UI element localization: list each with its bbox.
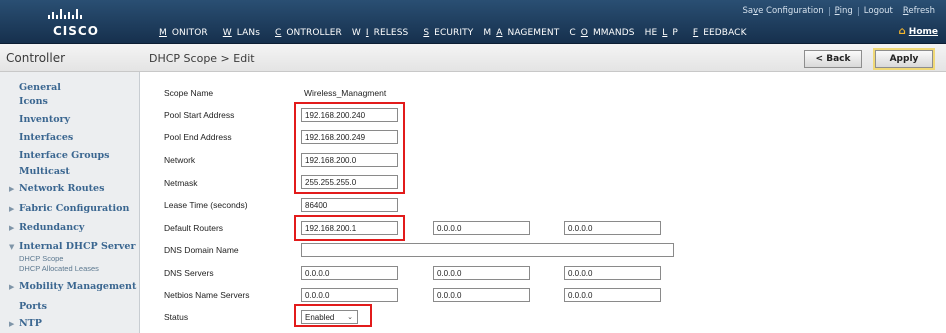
cisco-bridge-icon [48,9,82,19]
home-label: Home [908,27,938,37]
sidebar: General Icons Inventory Interfaces Inter… [0,72,140,333]
collapse-arrow-icon: ▼ [9,243,15,251]
status-select[interactable]: Enabled ⌄ [301,310,358,324]
home-link[interactable]: ⌂ Home [898,26,938,38]
menu-help[interactable]: HE L P [640,28,683,38]
save-configuration-link[interactable]: Save Configuration [737,6,828,16]
network-input[interactable]: 192.168.200.0 [301,153,398,167]
default-router-3-input[interactable]: 0.0.0.0 [564,221,661,235]
dns-server-3-input[interactable]: 0.0.0.0 [564,266,661,280]
menu-wireless[interactable]: W I RELESS [347,28,413,38]
dns-server-1-input[interactable]: 0.0.0.0 [301,266,398,280]
scope-name-value: Wireless_Managment [304,88,387,98]
refresh-link[interactable]: Refresh [898,6,940,16]
ping-link[interactable]: Ping [830,6,858,16]
menu-controller[interactable]: C ONTROLLER [265,28,347,38]
chevron-down-icon: ⌄ [347,314,353,321]
menu-wlans[interactable]: W LANs [213,28,265,38]
sidebar-item-redundancy[interactable]: ▶ Redundancy [9,222,84,233]
dns-domain-label: DNS Domain Name [164,245,239,255]
default-router-2-input[interactable]: 0.0.0.0 [433,221,530,235]
expand-arrow-icon: ▶ [9,224,15,232]
section-title: Controller [6,51,66,65]
scope-name-label: Scope Name [164,88,214,98]
pool-end-label: Pool End Address [164,132,232,142]
logout-link[interactable]: Logout [859,6,898,16]
back-button[interactable]: < Back [804,50,862,68]
sidebar-item-general[interactable]: General [19,82,61,93]
dhcp-scope-form: Scope Name Wireless_Managment Pool Start… [141,72,946,333]
top-bar: CISCO Save Configuration Ping Logout Ref… [0,0,946,44]
netbios-servers-label: Netbios Name Servers [164,290,250,300]
sidebar-subitem-dhcp-scope[interactable]: DHCP Scope [19,254,63,263]
lease-time-label: Lease Time (seconds) [164,200,248,210]
default-routers-label: Default Routers [164,223,224,233]
menu-commands[interactable]: C O MMANDS [564,28,639,38]
lease-time-input[interactable]: 86400 [301,198,398,212]
pool-start-label: Pool Start Address [164,110,235,120]
sidebar-item-icons[interactable]: Icons [19,96,48,107]
expand-arrow-icon: ▶ [9,205,15,213]
cisco-logo[interactable]: CISCO [0,0,132,44]
netbios-server-2-input[interactable]: 0.0.0.0 [433,288,530,302]
expand-arrow-icon: ▶ [9,283,15,291]
page-title: DHCP Scope > Edit [149,52,255,65]
netmask-input[interactable]: 255.255.255.0 [301,175,398,189]
status-selected-value: Enabled [305,313,335,322]
netmask-label: Netmask [164,178,198,188]
menu-feedback[interactable]: F EEDBACK [683,28,752,38]
apply-button[interactable]: Apply [875,50,933,68]
expand-arrow-icon: ▶ [9,320,15,328]
cisco-wordmark: CISCO [53,24,99,38]
sidebar-item-inventory[interactable]: Inventory [19,114,70,125]
netbios-server-1-input[interactable]: 0.0.0.0 [301,288,398,302]
sidebar-item-multicast[interactable]: Multicast [19,166,70,177]
main-menu: M ONITOR W LANs C ONTROLLER W I RELESS S ECURI… [149,28,752,38]
network-label: Network [164,155,196,165]
dns-server-2-input[interactable]: 0.0.0.0 [433,266,530,280]
pool-start-input[interactable]: 192.168.200.240 [301,108,398,122]
sidebar-item-interfaces[interactable]: Interfaces [19,132,73,143]
sidebar-item-interface-groups[interactable]: Interface Groups [19,150,110,161]
sidebar-item-network-routes[interactable]: ▶ Network Routes [9,183,104,194]
menu-security[interactable]: S ECURITY [413,28,478,38]
sidebar-subitem-dhcp-allocated-leases[interactable]: DHCP Allocated Leases [19,264,99,273]
status-label: Status [164,312,189,322]
pool-end-input[interactable]: 192.168.200.249 [301,130,398,144]
utility-links: Save Configuration Ping Logout Refresh [737,6,940,16]
dns-servers-label: DNS Servers [164,268,214,278]
default-router-1-input[interactable]: 192.168.200.1 [301,221,398,235]
netbios-server-3-input[interactable]: 0.0.0.0 [564,288,661,302]
sidebar-item-internal-dhcp-server[interactable]: ▼ Internal DHCP Server [9,241,135,252]
sidebar-item-mobility-management[interactable]: ▶ Mobility Management [9,281,136,292]
menu-monitor[interactable]: M ONITOR [149,28,213,38]
home-icon: ⌂ [898,26,906,37]
menu-management[interactable]: M A NAGEMENT [478,28,564,38]
sidebar-item-ports[interactable]: Ports [19,301,47,312]
dns-domain-input[interactable] [301,243,674,257]
expand-arrow-icon: ▶ [9,185,15,193]
sidebar-item-ntp[interactable]: ▶ NTP [9,318,42,329]
sidebar-item-fabric-configuration[interactable]: ▶ Fabric Configuration [9,203,129,214]
